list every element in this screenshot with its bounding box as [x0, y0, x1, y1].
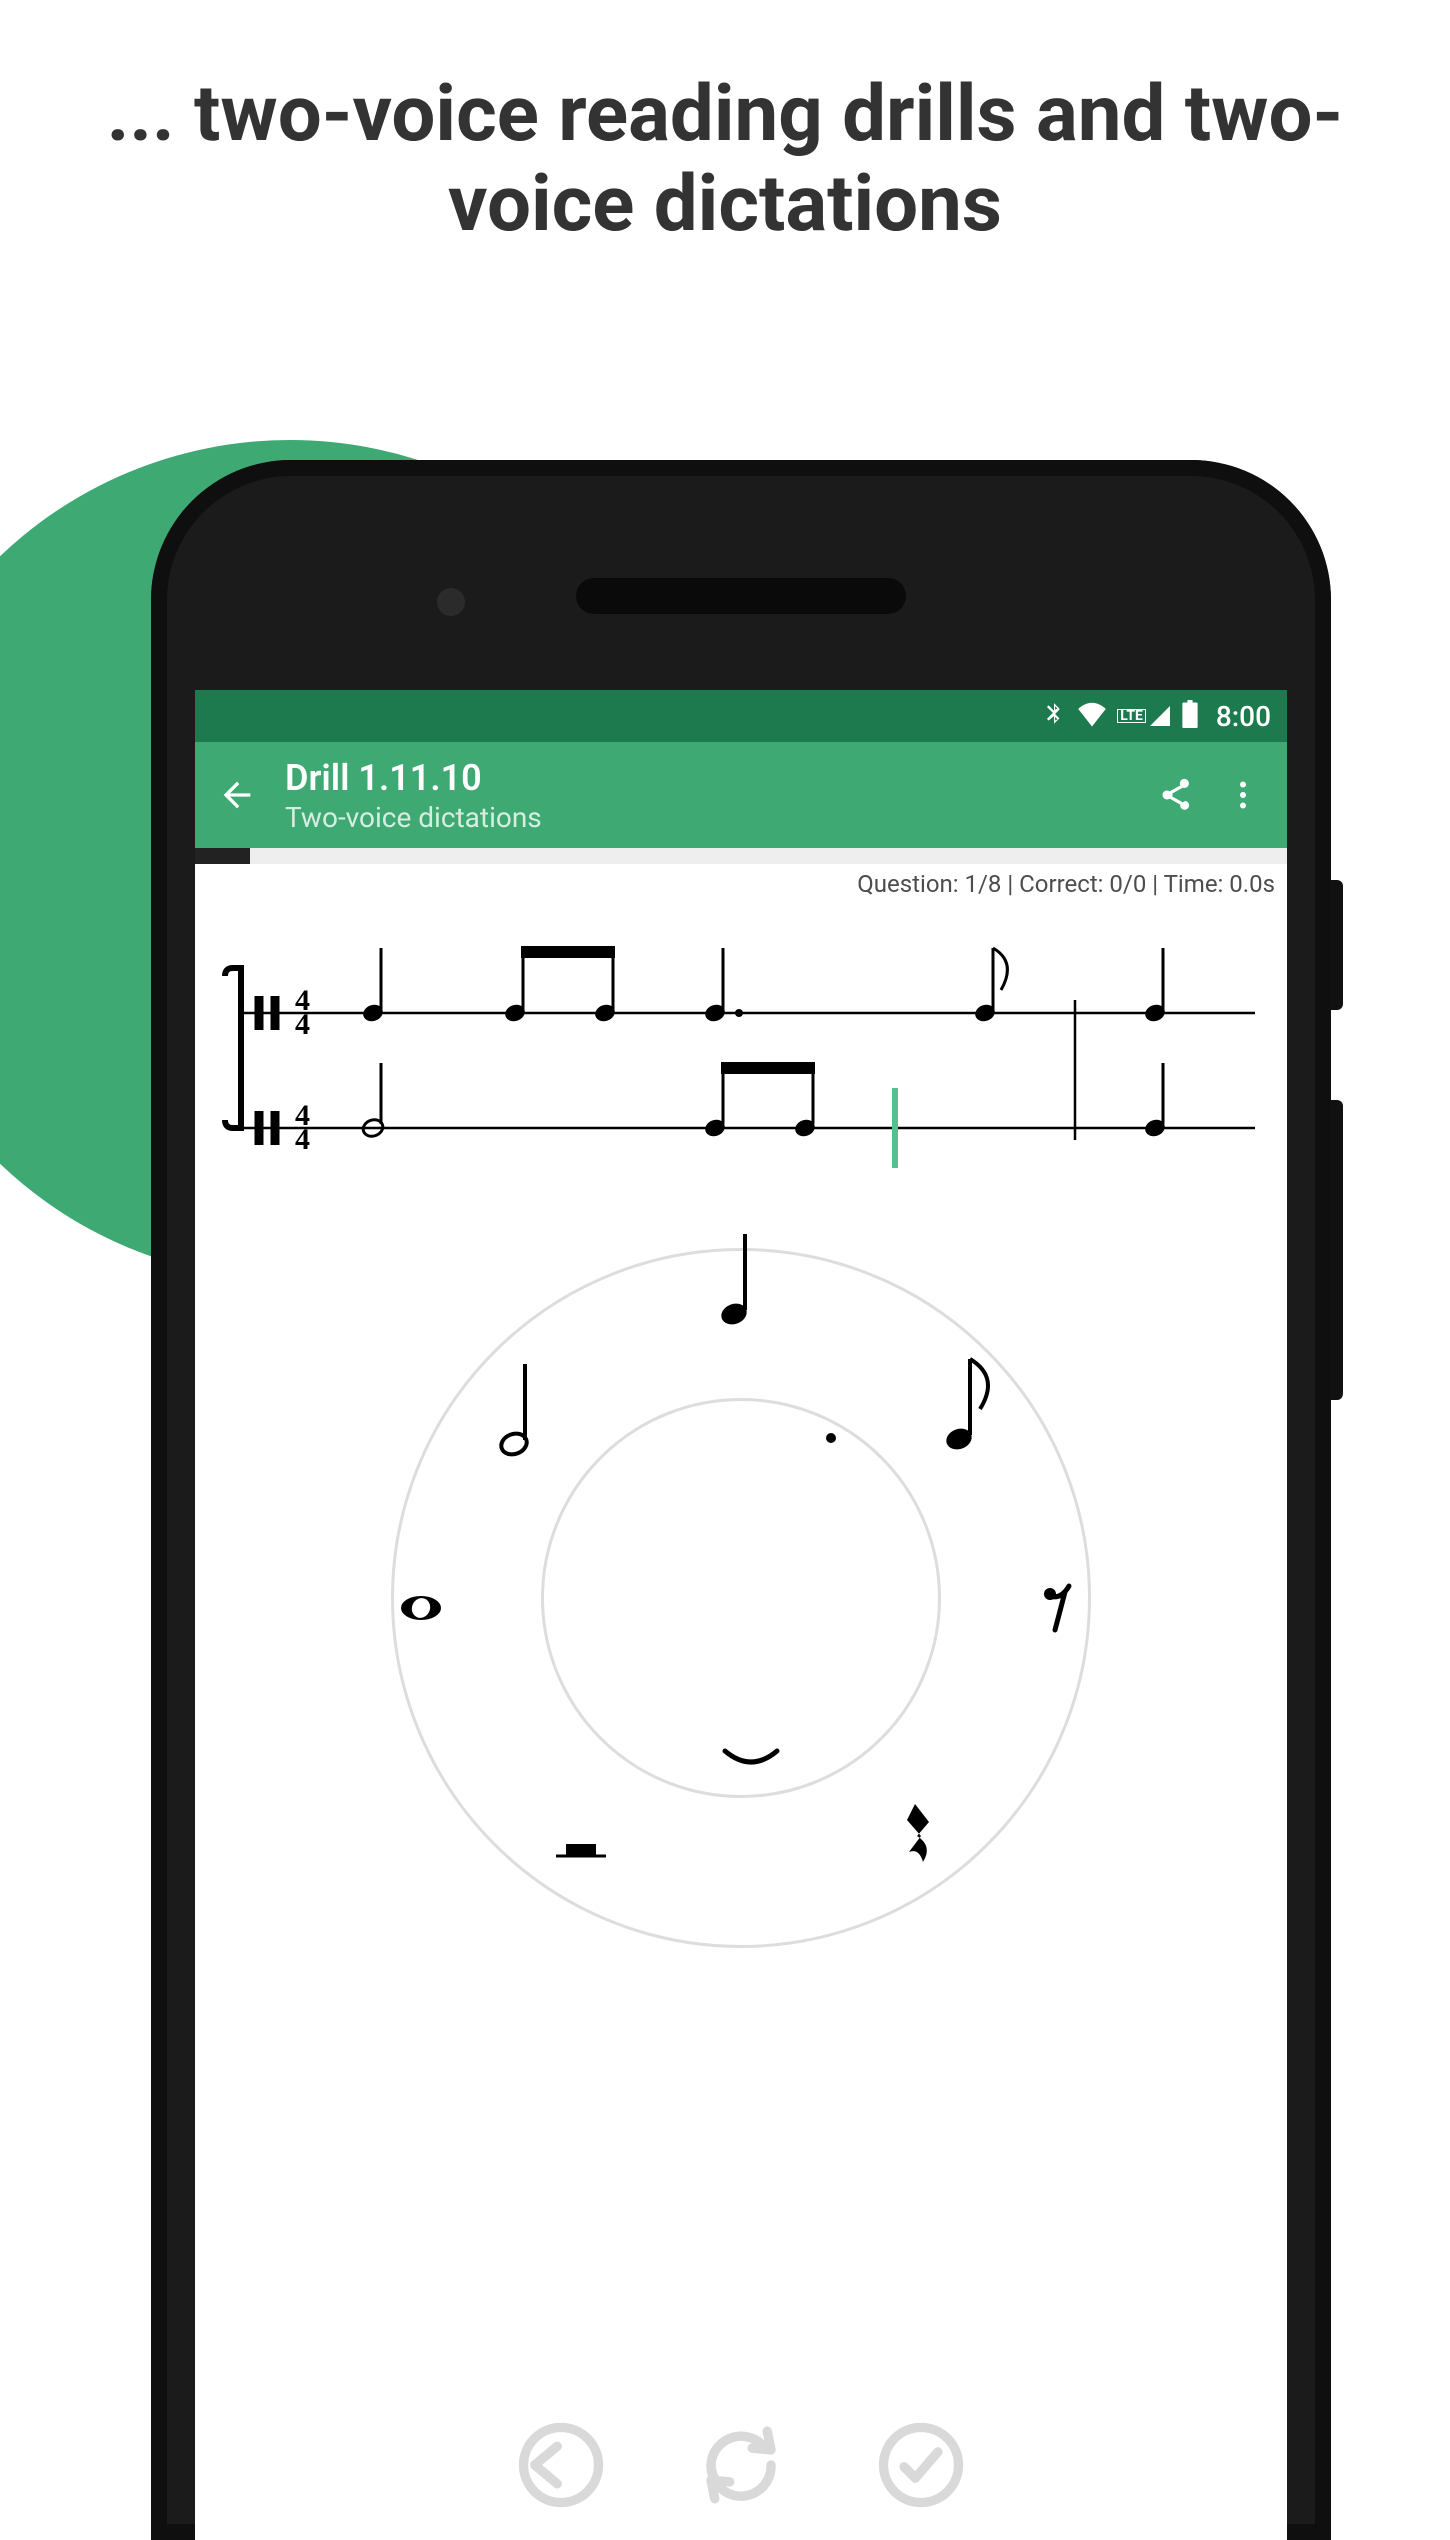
battery-icon [1182, 700, 1198, 732]
share-icon [1159, 777, 1195, 813]
wifi-icon [1077, 701, 1107, 731]
progress-fill [195, 848, 250, 864]
progress-bar [195, 848, 1287, 864]
option-eighth-note[interactable] [931, 1348, 1011, 1458]
app-bar-title: Drill 1.11.10 [285, 757, 1139, 799]
side-button [1331, 880, 1343, 1010]
bluetooth-icon [1041, 701, 1067, 731]
check-circle-icon [876, 2420, 966, 2510]
option-quarter-rest[interactable] [881, 1783, 961, 1893]
speaker-grille [576, 578, 906, 614]
option-dot[interactable] [791, 1383, 871, 1493]
arrow-back-icon [217, 775, 257, 815]
bottom-actions [195, 2390, 1287, 2540]
more-button[interactable] [1215, 767, 1271, 823]
confirm-button[interactable] [871, 2415, 971, 2515]
screen: LTE 8:00 Drill 1.11.10 Two-voice dictati… [195, 690, 1287, 2540]
stats-text: Question: 1/8 | Correct: 0/0 | Time: 0.0… [195, 864, 1287, 898]
option-quarter-note[interactable] [701, 1223, 781, 1333]
status-bar: LTE 8:00 [195, 690, 1287, 742]
option-half-rest[interactable] [541, 1793, 621, 1903]
replay-icon [696, 2420, 786, 2510]
svg-text:4: 4 [295, 1123, 310, 1156]
more-vert-icon [1225, 777, 1261, 813]
cellular-icon: LTE [1117, 704, 1172, 728]
promo-headline: ... two-voice reading drills and two-voi… [0, 70, 1450, 249]
app-bar: Drill 1.11.10 Two-voice dictations [195, 742, 1287, 848]
app-bar-subtitle: Two-voice dictations [285, 801, 1139, 834]
back-button[interactable] [207, 765, 267, 825]
option-tie[interactable] [711, 1703, 791, 1813]
notation-area[interactable]: 4 4 4 4 [195, 928, 1287, 1198]
note-picker [381, 1238, 1101, 1958]
undo-button[interactable] [511, 2415, 611, 2515]
side-button [1331, 1100, 1343, 1400]
replay-button[interactable] [691, 2415, 791, 2515]
status-time: 8:00 [1216, 700, 1271, 733]
option-whole-note[interactable] [381, 1553, 461, 1663]
svg-text:4: 4 [295, 1008, 310, 1041]
undo-icon [516, 2420, 606, 2510]
phone-frame: LTE 8:00 Drill 1.11.10 Two-voice dictati… [151, 460, 1331, 2540]
camera-dot [437, 588, 465, 616]
option-half-note[interactable] [481, 1353, 561, 1463]
option-eighth-rest[interactable] [1021, 1553, 1101, 1663]
share-button[interactable] [1149, 767, 1205, 823]
music-notation: 4 4 4 4 [195, 928, 1287, 1198]
